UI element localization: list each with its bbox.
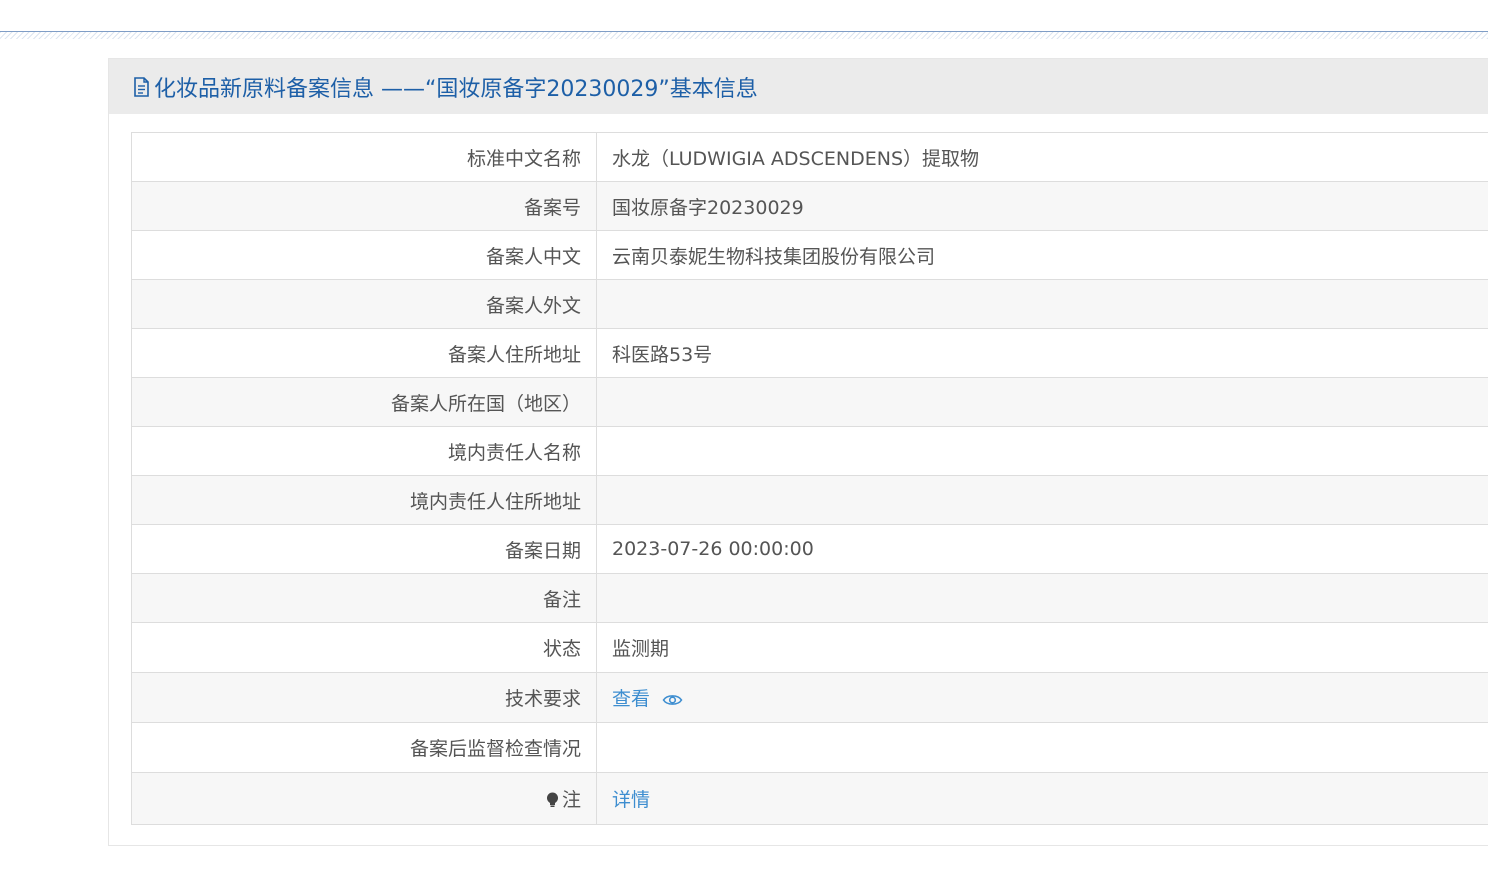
view-tech-requirements-link[interactable]: 查看 xyxy=(612,688,683,710)
row-value xyxy=(596,426,1488,476)
note-value-cell: 详情 xyxy=(596,772,1488,825)
row-label: 备案日期 xyxy=(131,524,597,574)
document-icon xyxy=(134,76,149,97)
info-panel: 化妆品新原料备案信息 ——“国妆原备字20230029”基本信息 标准中文名称 … xyxy=(108,58,1488,846)
lightbulb-icon xyxy=(546,792,558,807)
row-value xyxy=(596,279,1488,329)
row-value: 国妆原备字20230029 xyxy=(596,181,1488,231)
table-row: 备注 xyxy=(131,573,1488,623)
row-label: 备案号 xyxy=(131,181,597,231)
row-label: 备案后监督检查情况 xyxy=(131,722,597,773)
table-row: 备案人住所地址 科医路53号 xyxy=(131,328,1488,378)
row-label: 境内责任人住所地址 xyxy=(131,475,597,525)
row-value: 水龙（LUDWIGIA ADSCENDENS）提取物 xyxy=(596,132,1488,182)
top-divider xyxy=(0,31,1488,39)
table-row: 技术要求 查看 xyxy=(131,672,1488,723)
row-label: 备案人住所地址 xyxy=(131,328,597,378)
row-value: 监测期 xyxy=(596,622,1488,673)
row-label: 备注 xyxy=(131,573,597,623)
view-link-label: 查看 xyxy=(612,688,651,710)
details-link[interactable]: 详情 xyxy=(612,789,650,811)
row-label: 技术要求 xyxy=(131,672,597,723)
table-row: 备案号 国妆原备字20230029 xyxy=(131,181,1488,231)
row-value: 科医路53号 xyxy=(596,328,1488,378)
panel-title: 化妆品新原料备案信息 ——“国妆原备字20230029”基本信息 xyxy=(154,76,758,102)
row-value xyxy=(596,722,1488,773)
table-row: 备案人所在国（地区） xyxy=(131,377,1488,427)
row-value xyxy=(596,573,1488,623)
row-label: 标准中文名称 xyxy=(131,132,597,182)
row-label: 备案人外文 xyxy=(131,279,597,329)
panel-header: 化妆品新原料备案信息 ——“国妆原备字20230029”基本信息 xyxy=(109,59,1488,114)
eye-icon xyxy=(662,694,683,705)
row-value xyxy=(596,475,1488,525)
tech-requirements-cell: 查看 xyxy=(596,672,1488,723)
table-row: 备案人中文 云南贝泰妮生物科技集团股份有限公司 xyxy=(131,230,1488,280)
table-row: 境内责任人名称 xyxy=(131,426,1488,476)
row-label: 备案人中文 xyxy=(131,230,597,280)
row-label: 备案人所在国（地区） xyxy=(131,377,597,427)
row-label: 境内责任人名称 xyxy=(131,426,597,476)
table-row: 境内责任人住所地址 xyxy=(131,475,1488,525)
table-row: 标准中文名称 水龙（LUDWIGIA ADSCENDENS）提取物 xyxy=(131,132,1488,182)
table-row: 状态 监测期 xyxy=(131,622,1488,673)
row-label: 状态 xyxy=(131,622,597,673)
row-value: 云南贝泰妮生物科技集团股份有限公司 xyxy=(596,230,1488,280)
table-row: 备案后监督检查情况 xyxy=(131,722,1488,773)
note-label-cell: 注 xyxy=(131,772,597,825)
table-row: 备案人外文 xyxy=(131,279,1488,329)
table-row: 备案日期 2023-07-26 00:00:00 xyxy=(131,524,1488,574)
row-value xyxy=(596,377,1488,427)
row-value: 2023-07-26 00:00:00 xyxy=(596,524,1488,574)
row-label: 注 xyxy=(561,789,581,811)
info-table: 标准中文名称 水龙（LUDWIGIA ADSCENDENS）提取物 备案号 国妆… xyxy=(131,132,1488,825)
table-row: 注 详情 xyxy=(131,772,1488,825)
